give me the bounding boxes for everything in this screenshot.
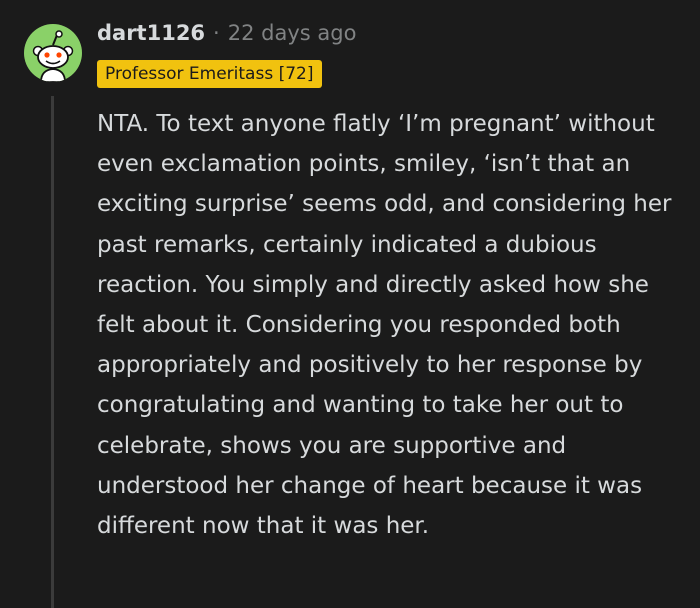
separator-dot: · [213,21,220,45]
thread-line[interactable] [51,96,54,608]
user-flair: Professor Emeritass [72] [97,60,322,88]
reddit-snoo-icon [32,30,74,82]
avatar[interactable] [24,24,82,82]
comment-header: dart1126 · 22 days ago [97,16,356,50]
username-link[interactable]: dart1126 [97,21,205,45]
comment: dart1126 · 22 days ago Professor Emerita… [0,0,700,608]
comment-body: NTA. To text anyone flatly ‘I’m pregnant… [97,111,672,540]
comment-timestamp[interactable]: 22 days ago [228,21,357,45]
